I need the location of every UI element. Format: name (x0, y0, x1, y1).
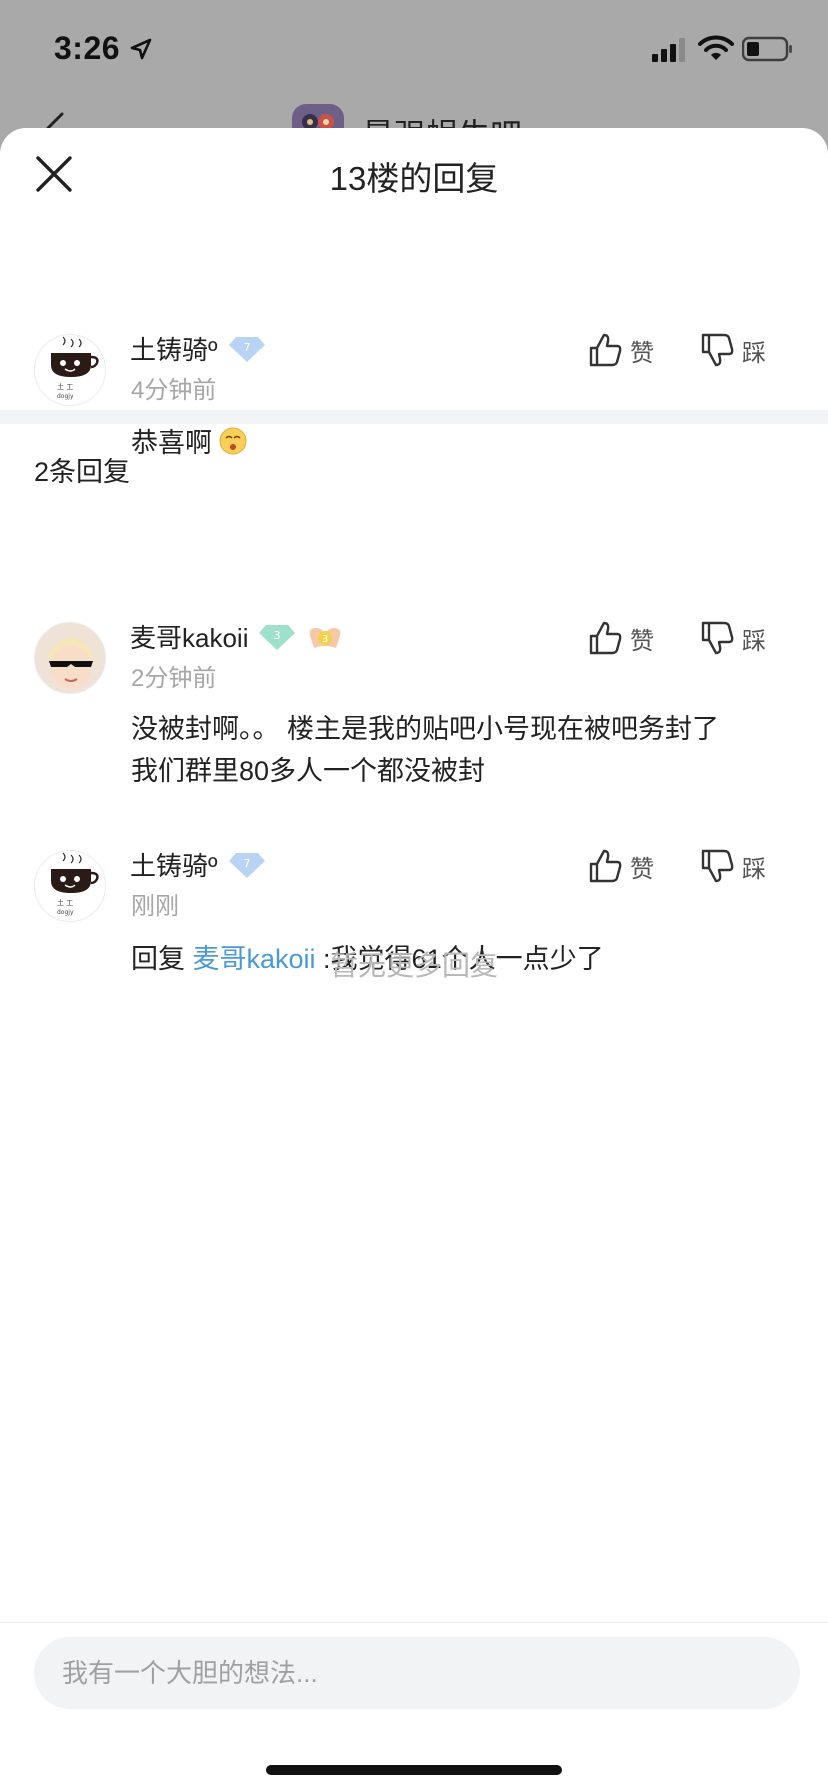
sheet-title: 13楼的回复 (329, 160, 499, 197)
dislike-label: 踩 (742, 627, 766, 655)
svg-text:土 工: 土 工 (57, 382, 73, 391)
username[interactable]: 土铸骑º (130, 846, 218, 883)
svg-text:dogjy: dogjy (57, 909, 74, 916)
avatar[interactable]: 土 工 dogjy (34, 334, 106, 406)
svg-text:7: 7 (243, 857, 250, 870)
level-badge-icon: 7 (228, 336, 265, 362)
avatar[interactable] (34, 622, 106, 694)
thumbs-up-icon (589, 621, 622, 655)
reply-count: 2条回复 (34, 457, 131, 487)
username[interactable]: 麦哥kakoii (130, 618, 248, 655)
status-time: 3:26 (54, 30, 121, 66)
post-time: 2分钟前 (131, 665, 217, 692)
location-arrow-icon (130, 38, 152, 60)
no-more-replies: 暂无更多回复 (329, 950, 498, 981)
post-text-line: 我们群里80多人一个都没被封 (131, 756, 486, 786)
sheet-header: 13楼的回复 (0, 128, 828, 212)
username-row: 土铸骑º 7 (130, 846, 266, 883)
username-row: 土铸骑º 7 (130, 330, 266, 367)
dislike-button[interactable]: 踩 (700, 332, 766, 368)
svg-text:7: 7 (243, 341, 250, 354)
like-label: 赞 (630, 627, 654, 655)
svg-text:3: 3 (274, 629, 281, 642)
wifi-icon (698, 35, 734, 60)
status-bar: 3:26 (0, 0, 828, 100)
svg-text:土 工: 土 工 (57, 898, 73, 907)
username[interactable]: 土铸骑º (130, 330, 218, 367)
home-indicator[interactable] (266, 1765, 562, 1775)
battery-icon (742, 36, 792, 62)
thumbs-up-icon (589, 333, 622, 367)
avatar[interactable]: 土 工 dogjy (34, 850, 106, 922)
like-button[interactable]: 赞 (588, 620, 654, 656)
thumbs-down-icon (701, 849, 734, 883)
like-button[interactable]: 赞 (588, 332, 654, 368)
post-content: 没被封啊。。 楼主是我的贴吧小号现在被吧务封了 我们群里80多人一个都没被封 (131, 708, 719, 792)
dislike-button[interactable]: 踩 (700, 848, 766, 884)
svg-text:3: 3 (322, 634, 328, 645)
section-divider (0, 410, 828, 424)
thumbs-down-icon (701, 621, 734, 655)
cellular-signal-icon (652, 38, 685, 62)
post-time: 4分钟前 (131, 377, 217, 404)
thumbs-up-icon (589, 849, 622, 883)
dislike-label: 踩 (742, 339, 766, 367)
reply-sheet: 13楼的回复 土 工 dogjy 土铸骑º 7 4分钟前 恭喜啊 赞 踩 2条回… (0, 128, 828, 1792)
like-label: 赞 (630, 855, 654, 883)
post-content: 恭喜啊 (131, 422, 248, 464)
level-badge-icon: 7 (228, 852, 265, 878)
svg-text:dogjy: dogjy (57, 393, 74, 400)
thumbs-down-icon (701, 333, 734, 367)
comment-bar (0, 1622, 828, 1792)
post-time: 刚刚 (131, 893, 179, 920)
post-text-line: 没被封啊。。 楼主是我的贴吧小号现在被吧务封了 (131, 714, 720, 744)
level-badge-icon: 3 (259, 624, 296, 650)
username-row: 麦哥kakoii 3 3 (130, 618, 344, 655)
smile-emoji-icon (219, 427, 247, 455)
post-text: 恭喜啊 (131, 428, 212, 458)
dislike-button[interactable]: 踩 (700, 620, 766, 656)
like-label: 赞 (630, 339, 654, 367)
comment-input[interactable] (34, 1637, 800, 1709)
dislike-label: 踩 (742, 855, 766, 883)
member-badge-icon: 3 (310, 627, 341, 648)
like-button[interactable]: 赞 (588, 848, 654, 884)
